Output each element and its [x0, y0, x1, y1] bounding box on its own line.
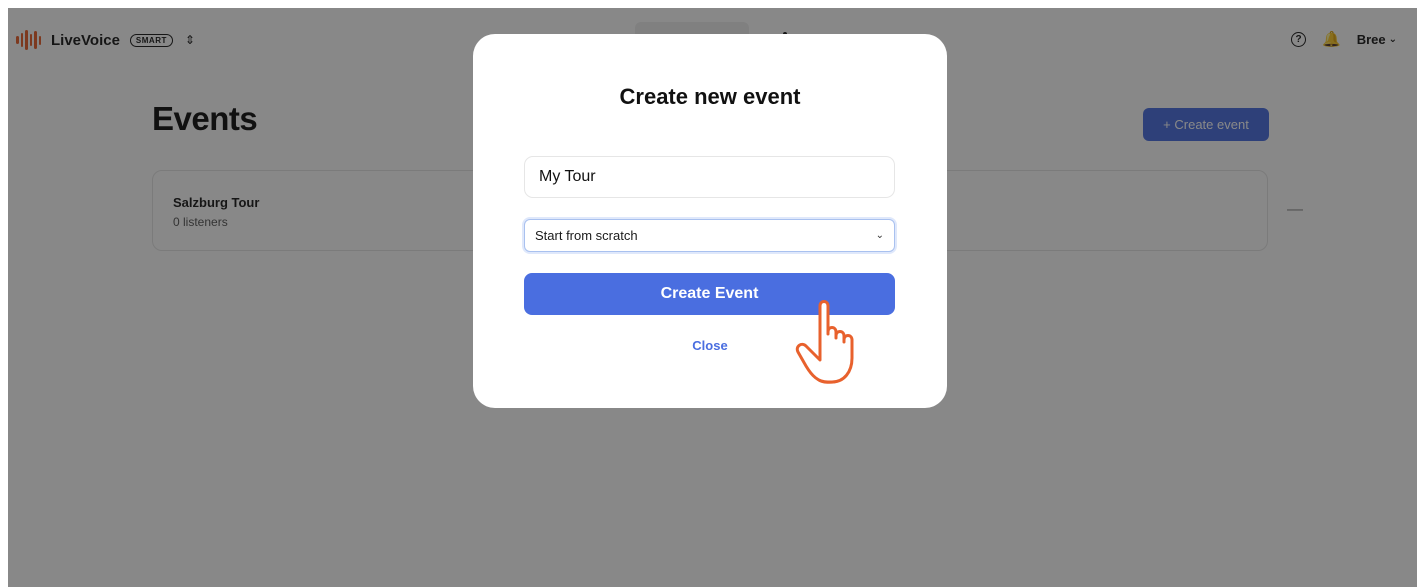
chevron-down-icon: ⌄ — [875, 230, 884, 241]
modal-title: Create new event — [619, 84, 801, 109]
close-link[interactable]: Close — [473, 338, 947, 353]
create-event-modal: Create new event Start from scratch ⌄ Cr… — [473, 34, 947, 408]
app-window: LiveVoice SMART ⇕ ? 🔔 Bree ⌄ Events + Cr… — [8, 8, 1417, 587]
template-selected-value: Start from scratch — [535, 228, 638, 243]
template-select[interactable]: Start from scratch ⌄ — [524, 219, 895, 252]
hand-pointer-icon — [795, 300, 854, 384]
event-name-input[interactable] — [524, 156, 895, 198]
